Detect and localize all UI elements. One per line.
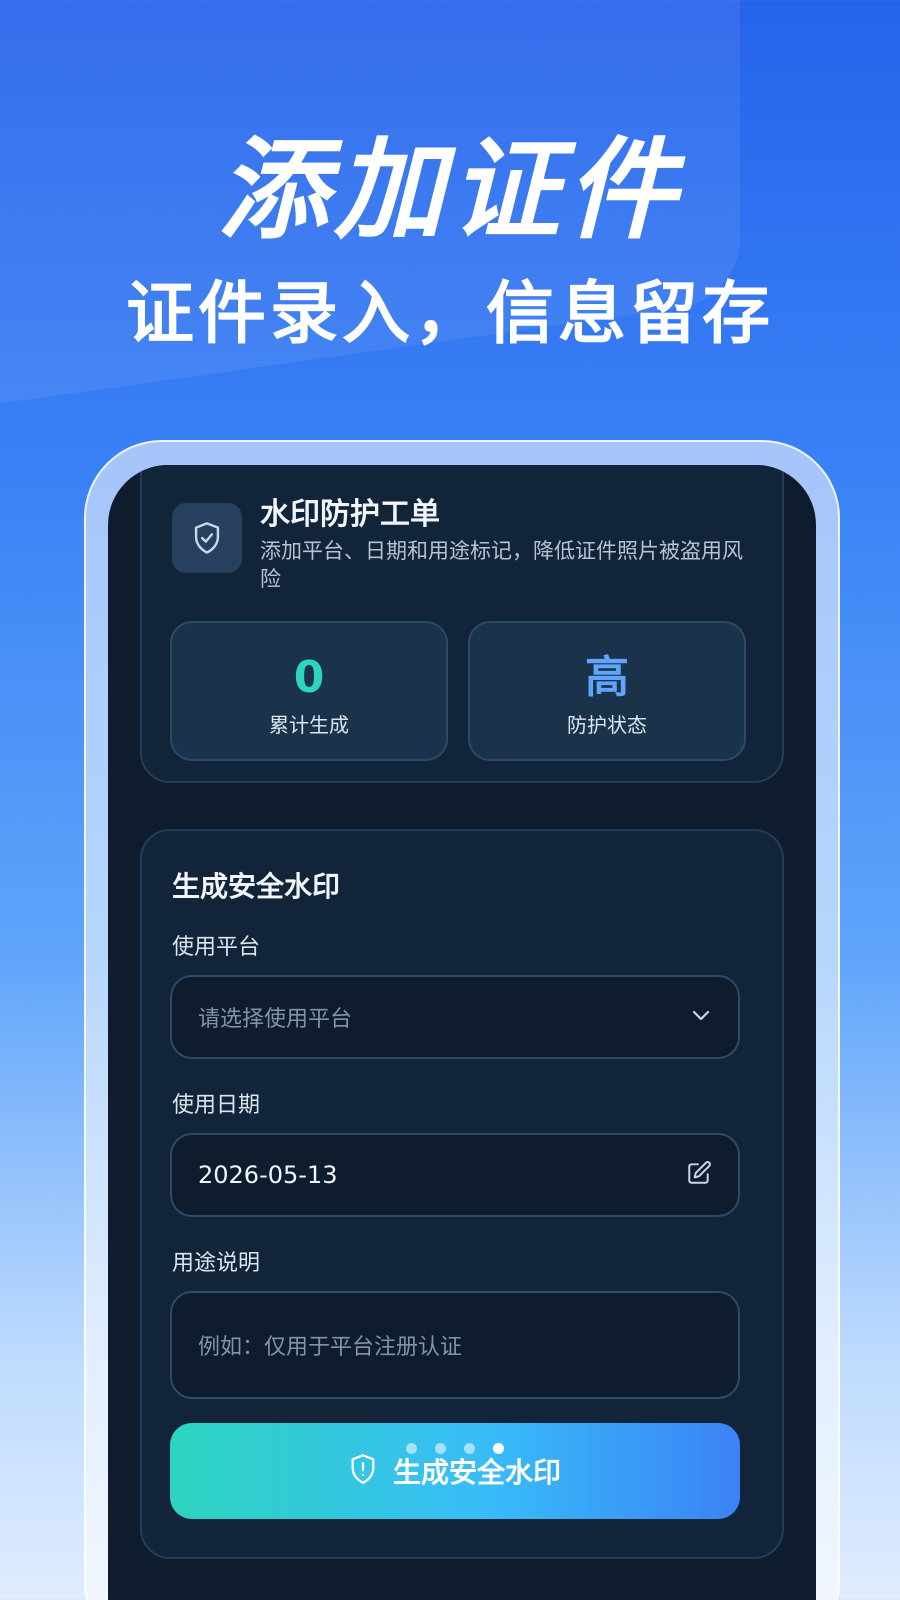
generate-watermark-button[interactable]: 生成安全水印 bbox=[170, 1423, 740, 1519]
hero-title: 添加证件 bbox=[218, 126, 682, 254]
pagination-dot[interactable] bbox=[406, 1443, 417, 1454]
platform-label: 使用平台 bbox=[172, 935, 261, 960]
stat-value: 0 bbox=[293, 652, 325, 703]
pagination-dots bbox=[170, 1443, 740, 1454]
edit-icon[interactable] bbox=[686, 1160, 712, 1190]
purpose-textarea[interactable]: 例如：仅用于平台注册认证 bbox=[170, 1291, 740, 1399]
date-value: 2026-05-13 bbox=[198, 1161, 338, 1189]
stat-value: 高 bbox=[585, 652, 629, 703]
platform-placeholder: 请选择使用平台 bbox=[198, 1007, 353, 1032]
stat-protection-status: 高 防护状态 bbox=[468, 621, 746, 761]
summary-title: 水印防护工单 bbox=[260, 497, 440, 532]
phone-screen: 水印防护工单 添加平台、日期和用途标记，降低证件照片被盗用风险 0 累计生成 高… bbox=[108, 465, 816, 1600]
stat-label: 防护状态 bbox=[567, 713, 647, 737]
watermark-form-card: 生成安全水印 使用平台 请选择使用平台 使用日期 2026-05-13 用途说明… bbox=[140, 829, 784, 1559]
shield-check-icon bbox=[172, 503, 242, 573]
generate-button-label: 生成安全水印 bbox=[392, 1456, 561, 1489]
pagination-dot-active[interactable] bbox=[493, 1443, 504, 1454]
pagination-dot[interactable] bbox=[464, 1443, 475, 1454]
pagination-dot[interactable] bbox=[435, 1443, 446, 1454]
purpose-label: 用途说明 bbox=[172, 1251, 261, 1276]
purpose-placeholder: 例如：仅用于平台注册认证 bbox=[198, 1335, 463, 1360]
form-title: 生成安全水印 bbox=[172, 870, 341, 903]
shield-alert-icon bbox=[349, 1453, 377, 1489]
platform-select[interactable]: 请选择使用平台 bbox=[170, 975, 740, 1059]
date-field[interactable]: 2026-05-13 bbox=[170, 1133, 740, 1217]
summary-description: 添加平台、日期和用途标记，降低证件照片被盗用风险 bbox=[260, 539, 743, 591]
stat-total-generated: 0 累计生成 bbox=[170, 621, 448, 761]
stat-label: 累计生成 bbox=[269, 713, 349, 737]
hero-subtitle: 证件录入，信息留存 bbox=[125, 275, 774, 354]
watermark-summary-card: 水印防护工单 添加平台、日期和用途标记，降低证件照片被盗用风险 0 累计生成 高… bbox=[140, 465, 784, 783]
chevron-down-icon bbox=[690, 1008, 712, 1027]
date-label: 使用日期 bbox=[172, 1093, 261, 1118]
